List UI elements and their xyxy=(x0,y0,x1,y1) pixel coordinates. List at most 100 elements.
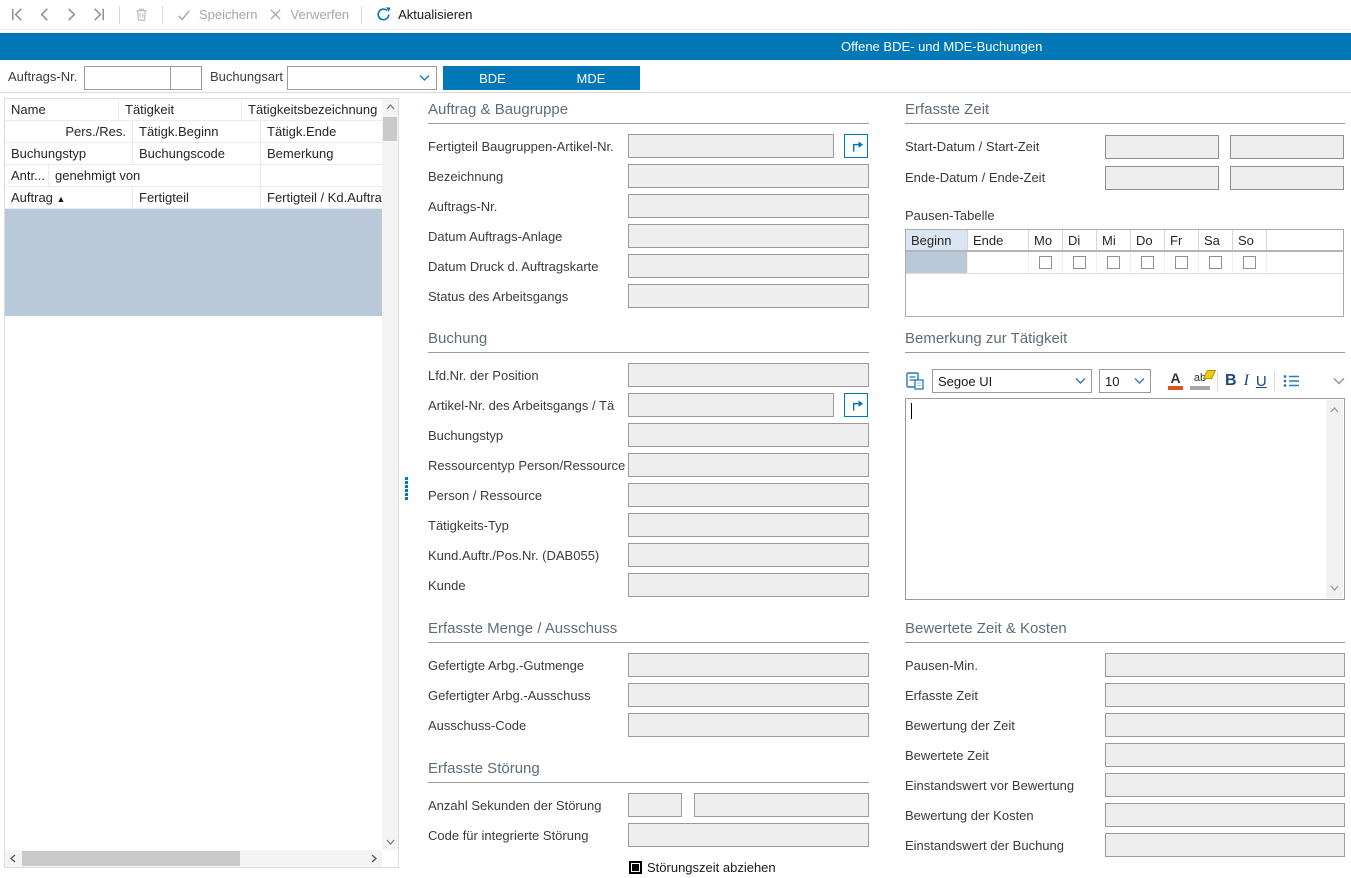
fertigteil-baugruppen-artikel-nr-field[interactable] xyxy=(628,134,834,158)
day-checkbox-di[interactable] xyxy=(1073,256,1086,269)
einstandswert-vor-bewertung-field[interactable] xyxy=(1105,773,1345,797)
pausen-header-cell[interactable]: Ende xyxy=(968,230,1029,250)
next-record-icon[interactable] xyxy=(62,6,80,24)
delete-icon[interactable] xyxy=(132,6,150,24)
grid-header-cell[interactable] xyxy=(261,165,398,186)
kunde-field[interactable] xyxy=(628,573,869,597)
grid-header-cell[interactable]: Name xyxy=(5,99,119,120)
scroll-down-icon[interactable] xyxy=(1326,580,1343,596)
grid-header-cell[interactable]: Bemerkung xyxy=(261,143,398,164)
stoerung-sekunden-field[interactable] xyxy=(628,793,682,817)
pausen-header-cell[interactable]: Mi xyxy=(1097,230,1131,250)
kundauftr-posnr-field[interactable] xyxy=(628,543,869,567)
grid-header-cell[interactable]: genehmigt von xyxy=(49,165,261,186)
paste-icon[interactable] xyxy=(905,371,925,391)
bullet-list-icon[interactable] xyxy=(1282,373,1301,389)
grid-header-cell[interactable]: Fertigteil xyxy=(133,187,261,208)
erfasste-zeit-field[interactable] xyxy=(1105,683,1345,707)
pausen-header-cell[interactable]: Do xyxy=(1131,230,1165,250)
stoerungszeit-checkbox[interactable] xyxy=(629,861,642,874)
pausen-beginn-cell[interactable] xyxy=(906,252,968,273)
auftrags-nr-field[interactable] xyxy=(628,194,869,218)
day-checkbox-sa[interactable] xyxy=(1209,256,1222,269)
save-button[interactable]: Speichern xyxy=(175,6,258,24)
gutmenge-field[interactable] xyxy=(628,653,869,677)
previous-record-icon[interactable] xyxy=(35,6,53,24)
grid-header-cell[interactable]: Buchungscode xyxy=(133,143,261,164)
grid-header-cell[interactable]: Tätigkeitsbezeichnung xyxy=(242,99,398,120)
pausen-header-cell[interactable]: Fr xyxy=(1165,230,1199,250)
ausschuss-field[interactable] xyxy=(628,683,869,707)
ende-datum-field[interactable] xyxy=(1105,166,1219,190)
drilldown-button[interactable] xyxy=(844,134,868,158)
day-checkbox-do[interactable] xyxy=(1141,256,1154,269)
grid-header-cell[interactable]: Tätigkeit xyxy=(119,99,242,120)
grid-header-cell[interactable]: Antr... xyxy=(5,165,49,186)
grid-horizontal-scrollbar[interactable] xyxy=(5,850,382,867)
start-zeit-field[interactable] xyxy=(1230,135,1344,159)
bezeichnung-field[interactable] xyxy=(628,164,869,188)
font-color-icon[interactable]: A xyxy=(1168,372,1183,390)
italic-button[interactable]: I xyxy=(1244,372,1249,390)
day-checkbox-so[interactable] xyxy=(1243,256,1256,269)
font-family-select[interactable]: Segoe UI xyxy=(932,369,1092,393)
bold-button[interactable]: B xyxy=(1225,372,1237,390)
tab-bde[interactable]: BDE xyxy=(443,66,542,90)
ende-zeit-field[interactable] xyxy=(1230,166,1344,190)
pausen-header-cell[interactable]: Sa xyxy=(1199,230,1233,250)
bewertete-zeit-field[interactable] xyxy=(1105,743,1345,767)
tab-mde[interactable]: MDE xyxy=(542,66,640,90)
grid-header-cell[interactable]: Tätigk.Beginn xyxy=(133,121,261,142)
datum-auftrags-anlage-field[interactable] xyxy=(628,224,869,248)
bewertung-zeit-field[interactable] xyxy=(1105,713,1345,737)
start-datum-field[interactable] xyxy=(1105,135,1219,159)
grid-header-cell-sorted[interactable]: Auftrag ▲ xyxy=(5,187,133,208)
first-record-icon[interactable] xyxy=(8,6,26,24)
stoerung-sekunden-field2[interactable] xyxy=(694,793,869,817)
ressourcentyp-field[interactable] xyxy=(628,453,869,477)
refresh-button[interactable]: Aktualisieren xyxy=(374,6,472,24)
scroll-down-icon[interactable] xyxy=(382,834,398,850)
scroll-up-icon[interactable] xyxy=(1326,402,1343,418)
auftrags-nr-extension-input[interactable] xyxy=(170,66,202,90)
lfdnr-position-field[interactable] xyxy=(628,363,869,387)
buchungsart-select[interactable] xyxy=(287,66,437,90)
grid-vertical-scrollbar[interactable] xyxy=(382,99,398,850)
artikel-nr-arbeitsgang-field[interactable] xyxy=(628,393,834,417)
notes-scrollbar[interactable] xyxy=(1326,400,1343,598)
einstandswert-buchung-field[interactable] xyxy=(1105,833,1345,857)
taetigkeits-typ-field[interactable] xyxy=(628,513,869,537)
underline-button[interactable]: U xyxy=(1256,373,1267,390)
scroll-right-icon[interactable] xyxy=(366,850,382,866)
auftrags-nr-input[interactable] xyxy=(84,66,171,90)
scrollbar-thumb[interactable] xyxy=(383,117,397,141)
pausen-header-cell[interactable]: Mo xyxy=(1029,230,1063,250)
status-arbeitsgang-field[interactable] xyxy=(628,284,869,308)
pausen-ende-cell[interactable] xyxy=(968,252,1029,273)
font-size-select[interactable]: 10 xyxy=(1099,369,1151,393)
scroll-left-icon[interactable] xyxy=(5,850,21,866)
day-checkbox-fr[interactable] xyxy=(1175,256,1188,269)
more-options-chevron-icon[interactable] xyxy=(1333,377,1345,385)
pausen-header-cell[interactable]: So xyxy=(1233,230,1267,250)
pausen-min-field[interactable] xyxy=(1105,653,1345,677)
buchungstyp-field[interactable] xyxy=(628,423,869,447)
scroll-up-icon[interactable] xyxy=(382,99,398,115)
scrollbar-thumb[interactable] xyxy=(22,851,240,866)
grid-header-cell[interactable]: Tätigk.Ende xyxy=(261,121,398,142)
drilldown-button[interactable] xyxy=(844,393,868,417)
highlight-icon[interactable]: ab xyxy=(1190,373,1210,390)
bewertung-kosten-field[interactable] xyxy=(1105,803,1345,827)
grid-selected-empty-row[interactable] xyxy=(5,209,383,316)
grid-header-cell[interactable]: Pers./Res. xyxy=(5,121,133,142)
day-checkbox-mi[interactable] xyxy=(1107,256,1120,269)
grid-header-cell[interactable]: Fertigteil / Kd.Auftrag xyxy=(261,187,398,208)
person-ressource-field[interactable] xyxy=(628,483,869,507)
pausen-header-cell[interactable]: Beginn xyxy=(906,230,968,250)
grid-header-cell[interactable]: Buchungstyp xyxy=(5,143,133,164)
bemerkung-textarea[interactable] xyxy=(905,398,1345,600)
day-checkbox-mo[interactable] xyxy=(1039,256,1052,269)
datum-druck-auftragskarte-field[interactable] xyxy=(628,254,869,278)
pausen-header-cell[interactable]: Di xyxy=(1063,230,1097,250)
panel-splitter-handle[interactable] xyxy=(405,477,408,500)
